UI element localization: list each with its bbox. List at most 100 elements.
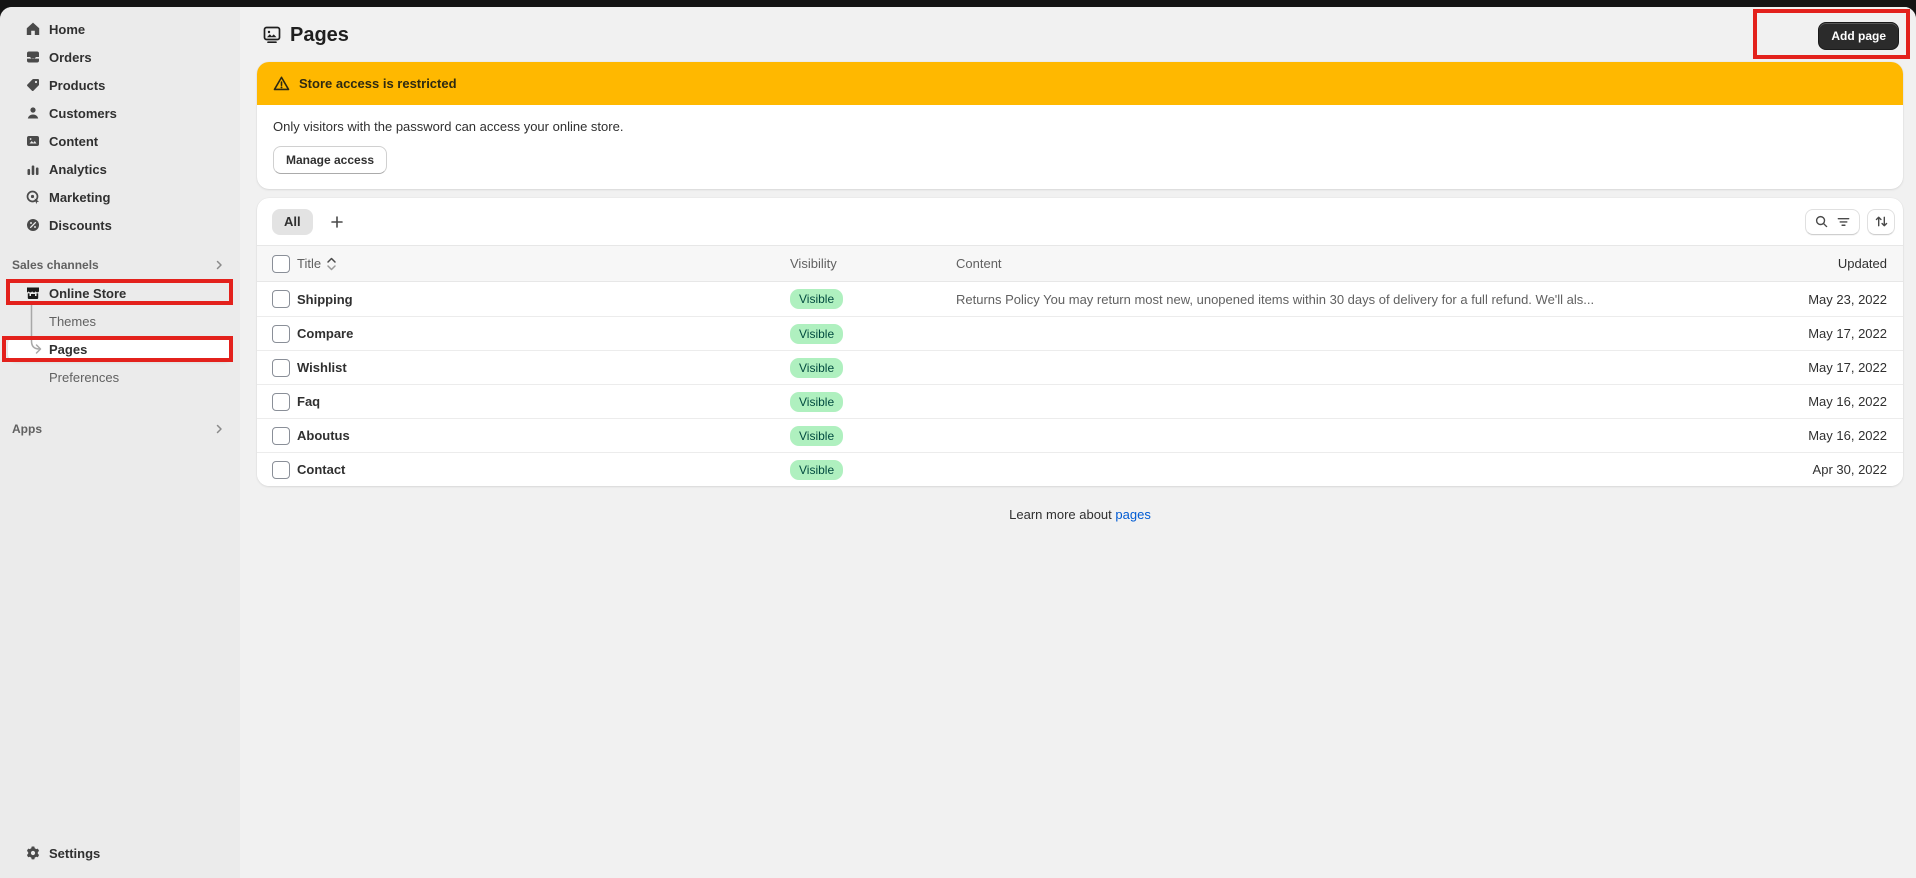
banner-header: Store access is restricted (257, 62, 1903, 105)
select-all-checkbox[interactable] (272, 255, 290, 273)
sidebar-section-sales-channels[interactable]: Sales channels (0, 251, 240, 279)
page-title: Pages (262, 20, 349, 50)
column-header-title[interactable]: Title (297, 256, 790, 271)
status-badge: Visible (790, 358, 843, 378)
row-checkbox[interactable] (272, 325, 290, 343)
row-updated: May 23, 2022 (1753, 292, 1903, 307)
row-checkbox[interactable] (272, 393, 290, 411)
orders-icon (25, 49, 41, 65)
row-checkbox[interactable] (272, 427, 290, 445)
row-updated: May 17, 2022 (1753, 326, 1903, 341)
table-row[interactable]: Faq Visible May 16, 2022 (257, 384, 1903, 418)
sidebar-item-customers[interactable]: Customers (0, 99, 240, 127)
row-updated: May 17, 2022 (1753, 360, 1903, 375)
row-content: Returns Policy You may return most new, … (956, 292, 1753, 307)
sidebar-item-label: Marketing (49, 190, 110, 205)
row-updated: May 16, 2022 (1753, 394, 1903, 409)
sidebar-item-label: Content (49, 134, 98, 149)
warning-icon (273, 75, 290, 92)
sidebar-item-preferences[interactable]: Preferences (0, 363, 240, 391)
sidebar-item-themes[interactable]: Themes (0, 307, 240, 335)
pages-help-link[interactable]: pages (1115, 507, 1150, 522)
sub-item-label: Pages (49, 342, 87, 357)
status-badge: Visible (790, 426, 843, 446)
search-icon (1814, 214, 1829, 229)
row-checkbox[interactable] (272, 359, 290, 377)
status-badge: Visible (790, 289, 843, 309)
column-header-visibility: Visibility (790, 256, 956, 271)
row-checkbox[interactable] (272, 290, 290, 308)
store-access-banner: Store access is restricted Only visitors… (257, 62, 1903, 189)
sidebar-item-online-store[interactable]: Online Store (0, 279, 240, 307)
sidebar-item-label: Orders (49, 50, 92, 65)
chevron-right-icon (214, 424, 224, 434)
row-title[interactable]: Wishlist (297, 360, 790, 375)
row-title[interactable]: Faq (297, 394, 790, 409)
row-checkbox[interactable] (272, 461, 290, 479)
search-filter-button[interactable] (1805, 209, 1860, 235)
column-header-updated: Updated (1753, 256, 1903, 271)
sidebar-item-label: Analytics (49, 162, 107, 177)
sub-item-label: Preferences (49, 370, 119, 385)
pages-table-card: All Title Visibility (257, 198, 1903, 486)
marketing-icon (25, 189, 41, 205)
tab-all[interactable]: All (272, 209, 313, 235)
status-badge: Visible (790, 324, 843, 344)
products-icon (25, 77, 41, 93)
sidebar-item-pages[interactable]: Pages (8, 336, 232, 362)
add-tab-icon (329, 214, 345, 230)
sort-button[interactable] (1867, 209, 1895, 235)
footer-help-text: Learn more about pages (257, 507, 1903, 522)
sub-item-label: Themes (49, 314, 96, 329)
sales-channels-label: Sales channels (12, 258, 99, 272)
add-page-button[interactable]: Add page (1818, 22, 1899, 50)
online-store-icon (25, 285, 41, 301)
sidebar-section-apps[interactable]: Apps (0, 415, 240, 443)
pages-title-icon (262, 25, 282, 45)
sidebar-item-label: Settings (49, 846, 100, 861)
table-row[interactable]: Shipping Visible Returns Policy You may … (257, 282, 1903, 316)
content-icon (25, 133, 41, 149)
banner-body-text: Only visitors with the password can acce… (273, 119, 1887, 134)
row-title[interactable]: Aboutus (297, 428, 790, 443)
sidebar-item-analytics[interactable]: Analytics (0, 155, 240, 183)
sidebar-item-content[interactable]: Content (0, 127, 240, 155)
table-row[interactable]: Wishlist Visible May 17, 2022 (257, 350, 1903, 384)
sidebar-item-label: Online Store (49, 286, 126, 301)
sort-icon (1874, 214, 1889, 229)
sidebar-item-home[interactable]: Home (0, 15, 240, 43)
apps-label: Apps (12, 422, 42, 436)
home-icon (25, 21, 41, 37)
sidebar-item-label: Discounts (49, 218, 112, 233)
sidebar-item-settings[interactable]: Settings (0, 839, 240, 867)
filter-icon (1836, 214, 1851, 229)
table-header-row: Title Visibility Content Updated (257, 246, 1903, 282)
banner-title: Store access is restricted (299, 76, 457, 91)
column-header-content: Content (956, 256, 1753, 271)
analytics-icon (25, 161, 41, 177)
sidebar-item-label: Products (49, 78, 105, 93)
row-updated: Apr 30, 2022 (1753, 462, 1903, 477)
status-badge: Visible (790, 392, 843, 412)
row-title[interactable]: Compare (297, 326, 790, 341)
sidebar: Home Orders Products Customers Content A… (0, 7, 240, 878)
admin-frame: Home Orders Products Customers Content A… (0, 7, 1916, 878)
add-view-button[interactable] (324, 209, 350, 235)
sidebar-item-discounts[interactable]: Discounts (0, 211, 240, 239)
sidebar-item-orders[interactable]: Orders (0, 43, 240, 71)
main-content: Pages Add page Store access is restricte… (240, 7, 1916, 878)
page-title-text: Pages (290, 24, 349, 47)
chevron-right-icon (214, 260, 224, 270)
table-row[interactable]: Contact Visible Apr 30, 2022 (257, 452, 1903, 486)
settings-icon (25, 845, 41, 861)
table-row[interactable]: Aboutus Visible May 16, 2022 (257, 418, 1903, 452)
manage-access-button[interactable]: Manage access (273, 146, 387, 174)
customers-icon (25, 105, 41, 121)
sidebar-item-marketing[interactable]: Marketing (0, 183, 240, 211)
table-row[interactable]: Compare Visible May 17, 2022 (257, 316, 1903, 350)
sidebar-item-label: Customers (49, 106, 117, 121)
status-badge: Visible (790, 460, 843, 480)
sidebar-item-products[interactable]: Products (0, 71, 240, 99)
row-title[interactable]: Contact (297, 462, 790, 477)
row-title[interactable]: Shipping (297, 292, 790, 307)
